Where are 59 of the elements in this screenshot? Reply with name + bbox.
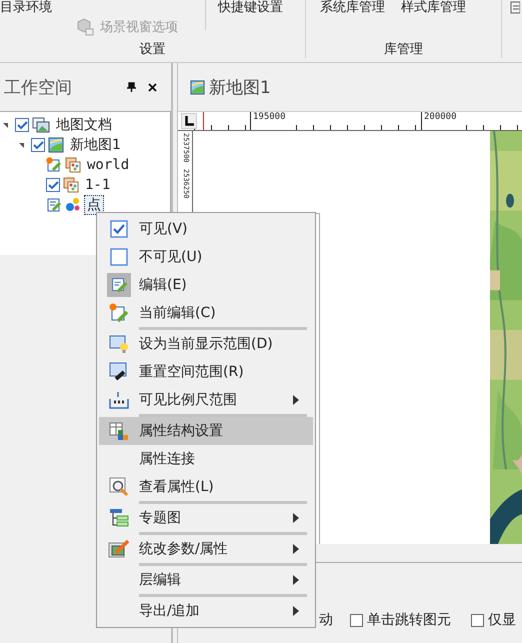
tree-item[interactable]: 1-1 xyxy=(82,176,114,194)
menu-item[interactable]: 导出/追加 xyxy=(99,597,313,625)
panel-title: 工作空间 xyxy=(4,76,73,98)
menu-item[interactable]: 专题图 xyxy=(99,504,313,532)
edit-icon xyxy=(109,303,129,323)
point-layer-icon xyxy=(65,197,81,213)
menu-item[interactable]: 统改参数/属性 xyxy=(99,535,313,563)
checkbox[interactable] xyxy=(15,118,29,132)
tree-item[interactable]: world xyxy=(84,156,132,174)
group-label: 库管理 xyxy=(384,41,423,59)
menu-item[interactable]: 当前编辑(C) xyxy=(99,299,313,327)
layer-icon xyxy=(65,157,81,173)
map-icon xyxy=(48,137,64,153)
tree-structure-icon xyxy=(109,508,129,528)
bulb-icon xyxy=(109,334,129,354)
menu-item[interactable]: 属性结构设置 xyxy=(99,417,313,445)
map-tab[interactable]: 新地图1 xyxy=(190,76,271,98)
tree-item[interactable]: 点 xyxy=(84,195,104,215)
menu-item[interactable]: 属性连接 xyxy=(99,445,313,473)
option-checkbox[interactable]: 单击跳转图元 xyxy=(350,611,451,629)
edit-icon[interactable] xyxy=(46,157,62,173)
menu-item[interactable]: 设为当前显示范围(D) xyxy=(99,330,313,358)
checkbox[interactable] xyxy=(31,138,45,152)
cube-icon xyxy=(76,18,94,36)
menu-item[interactable]: 不可见(U) xyxy=(99,243,313,271)
pencil-icon xyxy=(108,539,130,559)
group-label: 设置 xyxy=(140,41,166,59)
menu-item[interactable]: 层编辑 xyxy=(99,566,313,594)
menu-item[interactable]: 可见(V) xyxy=(99,215,313,243)
document-icon xyxy=(32,117,50,133)
tree-item[interactable]: 地图文档 xyxy=(53,115,115,135)
magnifier-icon xyxy=(109,477,129,497)
tree-item[interactable]: 新地图1 xyxy=(67,135,124,155)
pin-icon[interactable] xyxy=(127,82,136,92)
scale-icon xyxy=(109,391,129,409)
ruler-corner-icon[interactable] xyxy=(181,113,197,129)
menu-item[interactable]: 查看属性(L) xyxy=(99,473,313,501)
ruler-label: 200000 xyxy=(421,112,457,130)
menu-item[interactable]: 重置空间范围(R) xyxy=(99,358,313,386)
checkbox[interactable] xyxy=(46,178,60,192)
ribbon-button[interactable]: 目录环境 xyxy=(0,0,58,16)
edit-icon[interactable] xyxy=(46,197,62,213)
menu-item[interactable]: 可见比例尺范围 xyxy=(99,386,313,414)
ribbon-button[interactable]: 快捷键设置 xyxy=(212,0,289,16)
expand-arrow-icon[interactable] xyxy=(19,142,24,148)
layer-icon xyxy=(63,177,79,193)
close-icon[interactable] xyxy=(148,82,157,92)
tab-title: 新地图1 xyxy=(209,76,271,98)
ribbon-button[interactable]: 样式库管理 xyxy=(395,0,472,16)
expand-arrow-icon[interactable] xyxy=(3,122,8,128)
ruler-label: 195000 xyxy=(250,112,286,130)
eraser-icon xyxy=(109,362,129,382)
option-label: 动 xyxy=(319,611,333,629)
option-checkbox[interactable]: 仅显 xyxy=(471,611,516,629)
menu-item[interactable]: 编辑(E) xyxy=(99,271,313,299)
toolbar-icon[interactable] xyxy=(510,1,520,15)
map-icon xyxy=(190,80,205,94)
ribbon-button[interactable]: 系统库管理 xyxy=(314,0,391,16)
table-icon xyxy=(109,421,129,441)
